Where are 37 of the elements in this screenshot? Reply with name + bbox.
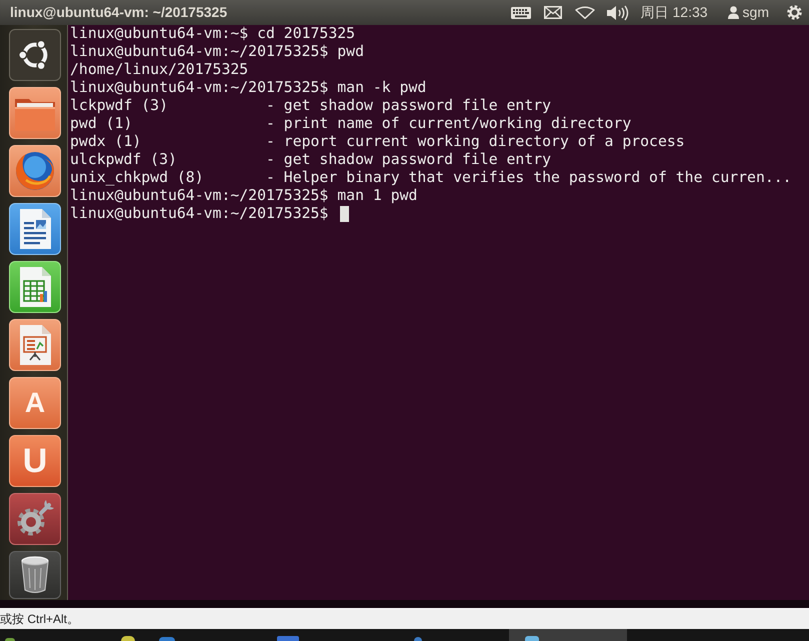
- terminal-line: unix_chkpwd (8) - Helper binary that verifies the password of the curren...: [70, 169, 792, 187]
- trash-icon: [20, 556, 50, 594]
- terminal-line: linux@ubuntu64-vm:~$ cd 20175325: [70, 25, 356, 43]
- terminal-line: lckpwdf (3) - get shadow password file entry: [70, 97, 552, 115]
- taskbar-icon[interactable]: [159, 637, 175, 641]
- taskbar-icon[interactable]: [5, 638, 15, 641]
- person-icon: [728, 6, 739, 19]
- terminal-line: ulckpwdf (3) - get shadow password file entry: [70, 151, 552, 169]
- envelope-icon: [544, 6, 562, 19]
- terminal-line: linux@ubuntu64-vm:~/20175325$ man -k pwd: [70, 79, 426, 97]
- terminal-line: pwdx (1) - report current working directory of a process: [70, 133, 685, 151]
- keyboard-icon: [510, 6, 531, 18]
- launcher-button[interactable]: [9, 203, 61, 255]
- settings-icon: [786, 4, 802, 21]
- document-icon: [18, 208, 52, 250]
- terminal-line: pwd (1) - print name of current/working directory: [70, 115, 632, 133]
- spreadsheet-icon: [18, 266, 52, 308]
- taskbar-button[interactable]: [509, 629, 627, 641]
- launcher-button[interactable]: [9, 319, 61, 371]
- presentation-icon: [18, 324, 52, 366]
- launcher-button[interactable]: [9, 551, 61, 599]
- terminal-line: linux@ubuntu64-vm:~/20175325$ pwd: [70, 43, 364, 61]
- user-menu[interactable]: sgm: [714, 0, 779, 25]
- wifi-icon: [574, 6, 595, 19]
- globe-icon: [14, 150, 56, 192]
- terminal-line: linux@ubuntu64-vm:~/20175325$: [70, 205, 328, 223]
- launcher-button[interactable]: [9, 29, 61, 81]
- clock-indicator[interactable]: 周日 12:33: [634, 0, 714, 25]
- taskbar-icon[interactable]: [121, 636, 135, 641]
- terminal-line: /home/linux/20175325: [70, 61, 248, 79]
- launcher-button[interactable]: [9, 493, 61, 545]
- volume-icon: [606, 4, 629, 20]
- terminal-line: linux@ubuntu64-vm:~/20175325$ man 1 pwd: [70, 187, 418, 205]
- taskbar-icon: [525, 636, 539, 641]
- hint-text: 或按 Ctrl+Alt。: [0, 611, 80, 628]
- taskbar-icon[interactable]: [414, 637, 422, 641]
- window-title: linux@ubuntu64-vm: ~/20175325: [10, 3, 228, 22]
